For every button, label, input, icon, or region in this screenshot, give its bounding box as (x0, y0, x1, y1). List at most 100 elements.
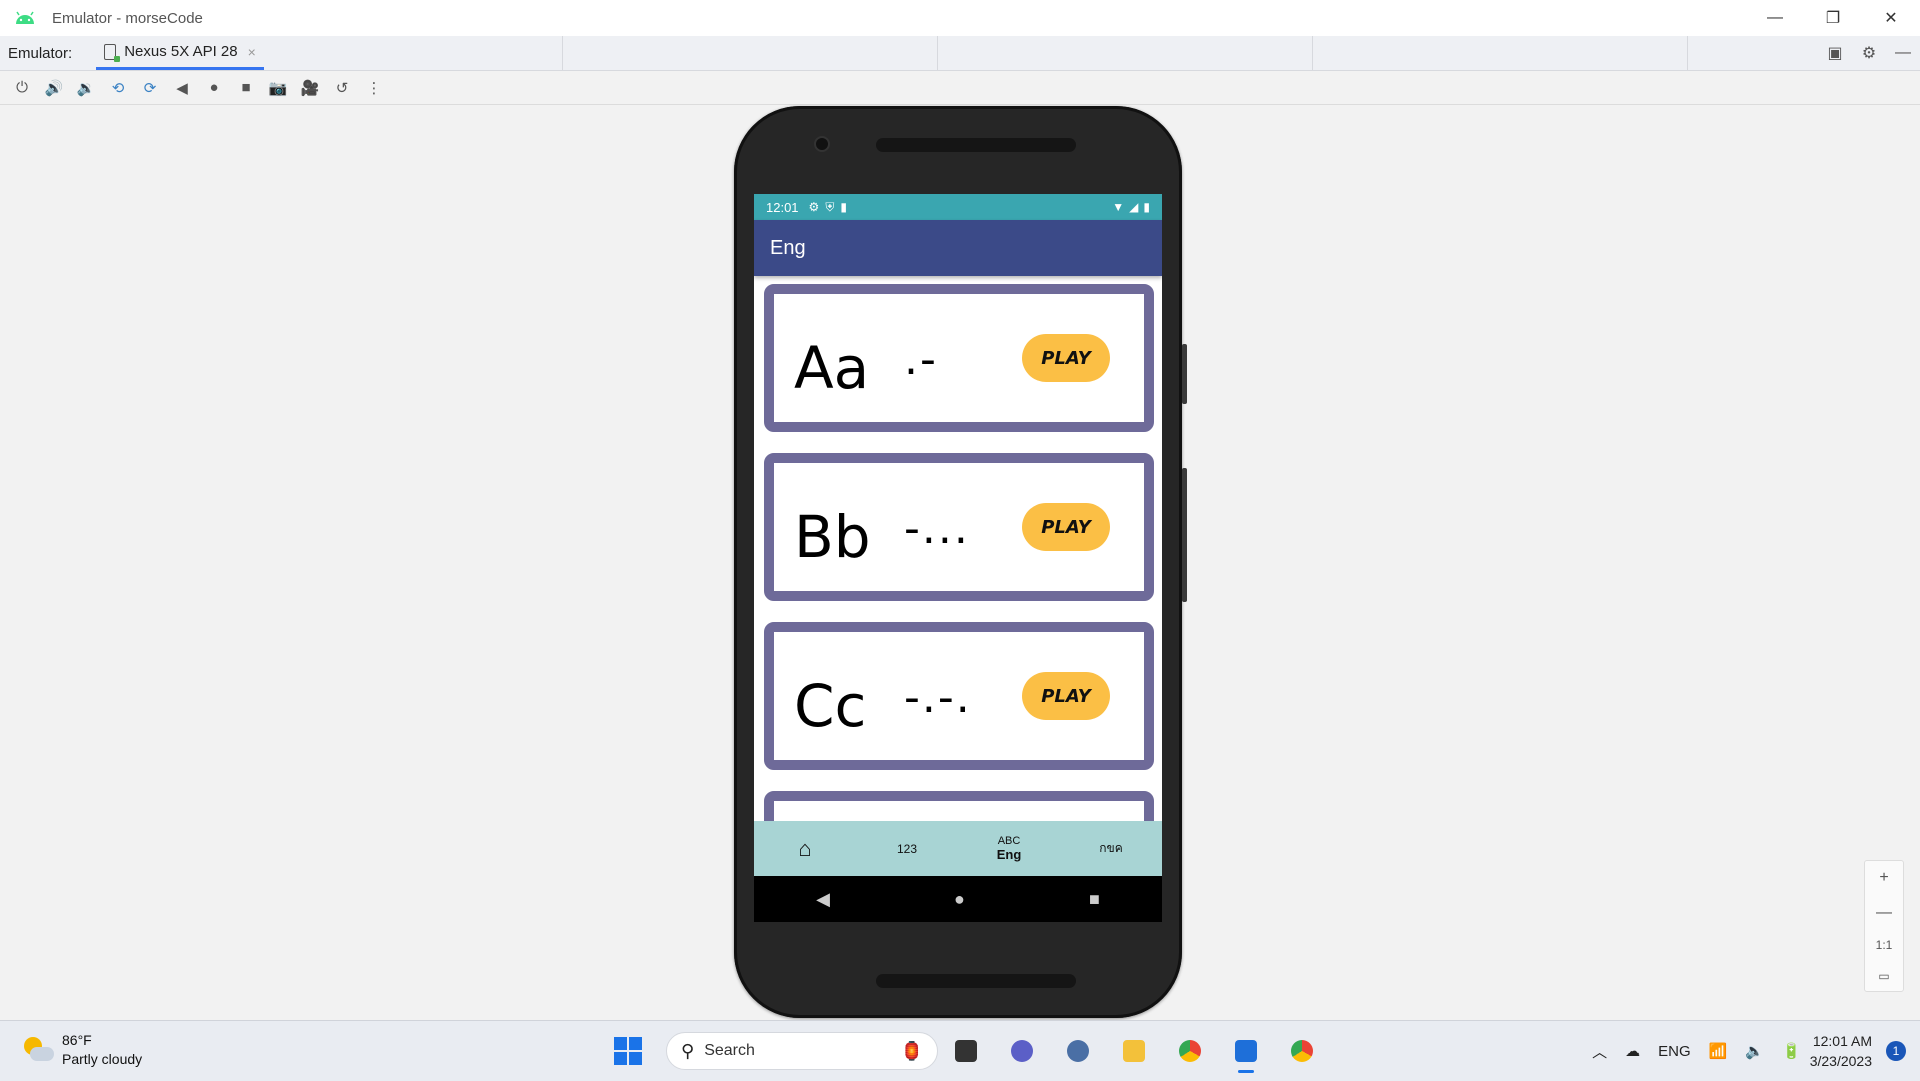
restore-button[interactable]: ❐ (1804, 0, 1862, 36)
volume-down-icon[interactable]: 🔉 (70, 74, 102, 102)
onedrive-icon[interactable]: ☁ (1625, 1042, 1640, 1060)
sd-card-icon: ▮ (840, 199, 847, 214)
play-button[interactable]: PLAY (1022, 672, 1110, 720)
weather-temp: 86°F (62, 1032, 92, 1048)
zoom-out-button[interactable]: — (1876, 904, 1892, 922)
nav-english-label: Eng (996, 847, 1022, 862)
emulator-label: Emulator: (8, 44, 73, 62)
back-icon[interactable]: ◀ (166, 74, 198, 102)
battery-icon[interactable]: 🔋 (1782, 1042, 1801, 1060)
nav-thai-label: กขค (1099, 841, 1123, 855)
window-mode-icon[interactable]: ▣ (1818, 43, 1852, 63)
power-icon[interactable]: ⏻ (6, 74, 38, 102)
snapshot-icon[interactable]: ↺ (326, 74, 358, 102)
back-icon[interactable]: ◀ (816, 889, 830, 910)
screenshot-icon[interactable]: 📷 (262, 74, 294, 102)
nav-thai[interactable]: กขค (1060, 839, 1162, 858)
screen-record-icon[interactable]: 🎥 (294, 74, 326, 102)
language-indicator[interactable]: ENG (1658, 1043, 1691, 1060)
status-time: 12:01 (766, 199, 799, 215)
weather-desc: Partly cloudy (62, 1051, 143, 1067)
more-icon[interactable]: ⋮ (358, 74, 390, 102)
clock-date: 3/23/2023 (1809, 1053, 1872, 1069)
device-icon (104, 43, 121, 62)
system-navigation-bar: ◀ ● ■ (754, 876, 1162, 922)
bottom-navigation: ⌂ 123 ABC Eng กขค (754, 821, 1162, 876)
card-letter: Aa (794, 334, 870, 402)
card-letter: Bb (794, 503, 871, 571)
clock[interactable]: 12:01 AM 3/23/2023 (1810, 1031, 1872, 1071)
notification-badge[interactable]: 1 (1886, 1041, 1906, 1061)
volume-side-button (1182, 468, 1187, 602)
partly-cloudy-icon (22, 1035, 54, 1065)
status-bar: 12:01 ⚙ ⛨ ▮ ▼ ◢ ▮ (754, 194, 1162, 220)
app-bar: Eng (754, 220, 1162, 276)
zoom-in-button[interactable]: + (1879, 869, 1888, 887)
page-title: Eng (770, 236, 806, 259)
windows-logo-icon (614, 1037, 642, 1065)
home-icon[interactable]: ● (954, 889, 965, 910)
close-button[interactable]: ✕ (1862, 0, 1920, 36)
tab-divider (937, 36, 938, 70)
hide-panel-icon[interactable]: — (1886, 44, 1920, 62)
tab-close-icon[interactable]: × (248, 44, 256, 60)
start-button[interactable] (606, 1029, 650, 1073)
emulator-toolbar: ⏻ 🔊 🔉 ⟲ ⟳ ◀ ● ■ 📷 🎥 ↺ ⋮ (0, 71, 1920, 105)
tab-nexus-5x[interactable]: Nexus 5X API 28 × (96, 36, 264, 70)
rotate-left-icon[interactable]: ⟲ (102, 74, 134, 102)
search-highlight-icon: 🏮 (900, 1041, 923, 1061)
signal-icon: ◢ (1129, 200, 1139, 214)
windows-taskbar: 86°F Partly cloudy ⚲ Search 🏮 ︿ ☁ ENG 📶 … (0, 1020, 1920, 1081)
wifi-icon: ▼ (1112, 200, 1125, 214)
file-explorer-icon[interactable] (1106, 1029, 1162, 1073)
zoom-actual-size-button[interactable]: 1:1 (1876, 938, 1893, 952)
nav-home[interactable]: ⌂ (754, 836, 856, 862)
wifi-icon[interactable]: 📶 (1709, 1042, 1728, 1060)
search-icon: ⚲ (681, 1040, 695, 1061)
top-speaker (876, 138, 1076, 152)
tab-divider (1312, 36, 1313, 70)
taskbar-search[interactable]: ⚲ Search 🏮 (666, 1032, 938, 1070)
battery-icon: ▮ (1143, 200, 1150, 214)
tab-divider (1687, 36, 1688, 70)
overview-icon[interactable]: ■ (1089, 889, 1100, 910)
emulator-tabbar: Emulator: Nexus 5X API 28 × (0, 36, 1920, 71)
nav-numbers[interactable]: 123 (856, 842, 958, 856)
android-icon (16, 11, 34, 24)
chevron-up-icon[interactable]: ︿ (1592, 1041, 1607, 1062)
phone-frame: 12:01 ⚙ ⛨ ▮ ▼ ◢ ▮ Eng Aa .- PLAY Bb -...… (734, 106, 1182, 1018)
play-button[interactable]: PLAY (1022, 334, 1110, 382)
front-camera (814, 136, 830, 152)
settings-gear-icon[interactable]: ⚙ (1852, 43, 1886, 63)
zoom-fit-icon[interactable]: ▭ (1878, 969, 1889, 983)
nav-english[interactable]: ABC Eng (958, 835, 1060, 862)
window-title: Emulator - morseCode (52, 9, 203, 27)
card-morse: -... (904, 503, 970, 554)
minimize-button[interactable]: — (1746, 0, 1804, 36)
zoom-panel: + — 1:1 ▭ (1864, 860, 1904, 992)
teams-chat-icon[interactable] (994, 1029, 1050, 1073)
volume-up-icon[interactable]: 🔊 (38, 74, 70, 102)
list-item: Cc -.-. PLAY (764, 622, 1154, 770)
weather-widget[interactable]: 86°F Partly cloudy (22, 1031, 142, 1069)
tab-divider (562, 36, 563, 70)
android-studio-icon[interactable] (1218, 1029, 1274, 1073)
speaker-icon[interactable]: 🔈 (1745, 1042, 1764, 1060)
list-item: Bb -... PLAY (764, 453, 1154, 601)
settings-icon[interactable] (1050, 1029, 1106, 1073)
nav-numbers-label: 123 (896, 841, 918, 856)
card-morse: .- (904, 334, 938, 385)
chrome-profile-icon[interactable] (1274, 1029, 1330, 1073)
letter-list[interactable]: Aa .- PLAY Bb -... PLAY Cc -.-. PLAY (754, 276, 1162, 821)
chrome-icon[interactable] (1162, 1029, 1218, 1073)
rotate-right-icon[interactable]: ⟳ (134, 74, 166, 102)
play-button[interactable]: PLAY (1022, 503, 1110, 551)
system-tray: ︿ ☁ ENG 📶 🔈 🔋 12:01 AM 3/23/2023 1 (1583, 1021, 1920, 1081)
bottom-speaker (876, 974, 1076, 988)
tab-label: Nexus 5X API 28 (124, 43, 238, 60)
card-letter: Cc (794, 672, 867, 740)
home-icon[interactable]: ● (198, 74, 230, 102)
task-view-icon[interactable] (938, 1029, 994, 1073)
phone-screen: 12:01 ⚙ ⛨ ▮ ▼ ◢ ▮ Eng Aa .- PLAY Bb -...… (754, 194, 1162, 922)
overview-icon[interactable]: ■ (230, 74, 262, 102)
